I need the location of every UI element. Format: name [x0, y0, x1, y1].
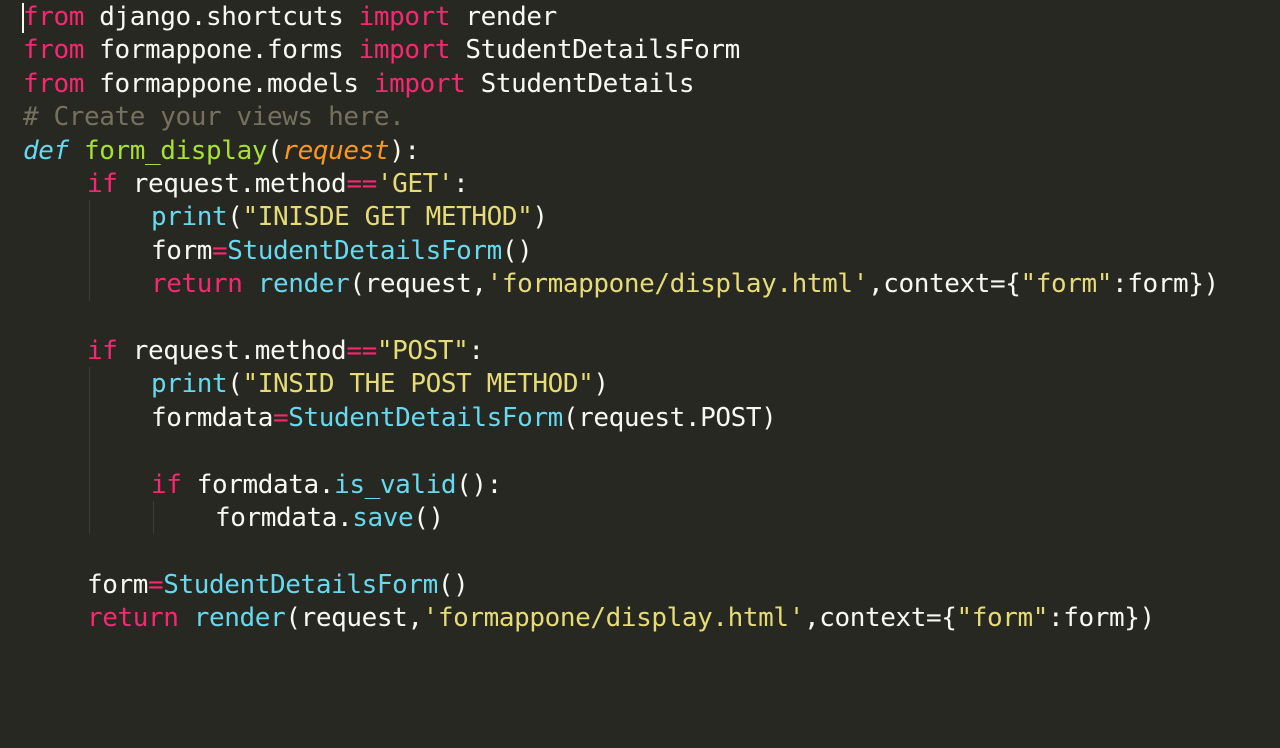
code-token: StudentDetailsForm — [450, 35, 740, 66]
code-token: render — [257, 269, 350, 300]
code-line[interactable]: if request.method=='GET': — [87, 167, 469, 201]
code-token: ( — [227, 369, 243, 400]
code-token: from — [23, 68, 85, 99]
code-token: StudentDetailsForm — [227, 235, 502, 266]
code-token: ) — [532, 202, 548, 233]
code-token: ): — [389, 135, 420, 166]
code-line[interactable]: from formappone.models import StudentDet… — [23, 67, 695, 101]
code-token: (request, — [285, 603, 423, 634]
code-token: formappone.models — [84, 68, 374, 99]
code-token: request.method — [117, 169, 347, 199]
code-token: is_valid — [334, 469, 457, 500]
code-token: () — [413, 503, 444, 533]
code-token: if — [87, 169, 118, 199]
code-token: = — [273, 402, 289, 433]
code-line[interactable]: return render(request,'formappone/displa… — [151, 267, 1219, 301]
code-token: = — [148, 569, 164, 600]
code-token: "INISDE GET METHOD" — [242, 202, 533, 233]
code-token: StudentDetailsForm — [288, 402, 563, 433]
code-token: (request.POST) — [562, 402, 777, 433]
code-line[interactable]: from formappone.forms import StudentDeta… — [23, 33, 740, 67]
code-token: == — [346, 336, 377, 366]
code-token: def — [23, 135, 69, 166]
code-token: (request, — [349, 269, 487, 300]
code-token: # Create your views here. — [23, 102, 405, 133]
code-token: :form}) — [1112, 269, 1219, 300]
code-token: form — [87, 569, 149, 600]
indent-guide — [153, 501, 154, 535]
code-line[interactable]: form=StudentDetailsForm() — [87, 568, 469, 602]
code-token: "form" — [956, 603, 1049, 634]
indent-guide — [89, 367, 90, 535]
code-token: formdata. — [215, 503, 353, 533]
code-token: 'formappone/display.html' — [486, 269, 869, 300]
code-token: () — [437, 569, 469, 600]
code-line[interactable]: formdata.save() — [215, 501, 444, 535]
code-line[interactable]: form=StudentDetailsForm() — [151, 234, 533, 268]
code-token: request — [282, 135, 390, 166]
code-token: print — [151, 369, 228, 400]
code-token: ,context={ — [803, 603, 957, 634]
code-token: form_display — [84, 135, 268, 166]
code-token: :form}) — [1048, 603, 1155, 634]
code-token: import — [358, 35, 451, 66]
code-line[interactable]: print("INSID THE POST METHOD") — [151, 367, 609, 401]
code-token: formappone.forms — [84, 35, 359, 66]
code-token: return — [87, 603, 179, 634]
code-token: 'formappone/display.html' — [422, 603, 805, 634]
code-token: ,context={ — [867, 269, 1021, 300]
code-token: django.shortcuts — [84, 2, 359, 32]
code-token: "form" — [1020, 269, 1113, 300]
code-token: formdata. — [181, 469, 335, 500]
code-token: if — [151, 469, 182, 500]
code-token: ( — [227, 202, 243, 233]
code-line[interactable]: return render(request,'formappone/displa… — [87, 601, 1155, 635]
code-token: render — [193, 603, 286, 634]
code-line[interactable]: from django.shortcuts import render — [23, 0, 557, 34]
indent-guide — [89, 200, 90, 301]
code-token: print — [151, 202, 228, 233]
code-token: "POST" — [376, 336, 469, 366]
code-line[interactable]: if formdata.is_valid(): — [151, 468, 502, 502]
code-token: request.method — [117, 336, 347, 366]
code-token: StudentDetails — [465, 68, 695, 99]
code-token: from — [23, 35, 85, 66]
code-token: form — [151, 235, 213, 266]
code-token: "INSID THE POST METHOD" — [242, 369, 594, 400]
code-token: 'GET' — [376, 169, 454, 199]
code-token: () — [501, 235, 533, 266]
code-token: (): — [456, 469, 502, 500]
text-cursor — [22, 3, 24, 33]
code-token: if — [87, 336, 118, 366]
code-token: import — [373, 68, 466, 99]
code-token: from — [23, 2, 85, 32]
code-token: : — [468, 336, 484, 366]
code-token: formdata — [151, 402, 274, 433]
code-line[interactable]: formdata=StudentDetailsForm(request.POST… — [151, 401, 777, 435]
code-token: ( — [267, 135, 283, 166]
code-token: save — [352, 503, 414, 533]
code-line[interactable]: def form_display(request): — [23, 134, 420, 168]
code-token: = — [212, 235, 228, 266]
code-token: == — [346, 169, 377, 199]
code-editor[interactable]: from django.shortcuts import render from … — [0, 0, 1280, 748]
code-token: render — [450, 2, 557, 32]
code-token: : — [453, 169, 469, 199]
code-token: import — [358, 2, 451, 32]
code-line[interactable]: if request.method=="POST": — [87, 334, 484, 368]
code-line[interactable]: print("INISDE GET METHOD") — [151, 200, 548, 234]
code-line[interactable]: # Create your views here. — [23, 100, 405, 134]
code-token: StudentDetailsForm — [163, 569, 438, 600]
code-token: return — [151, 269, 243, 300]
code-token: ) — [593, 369, 609, 400]
